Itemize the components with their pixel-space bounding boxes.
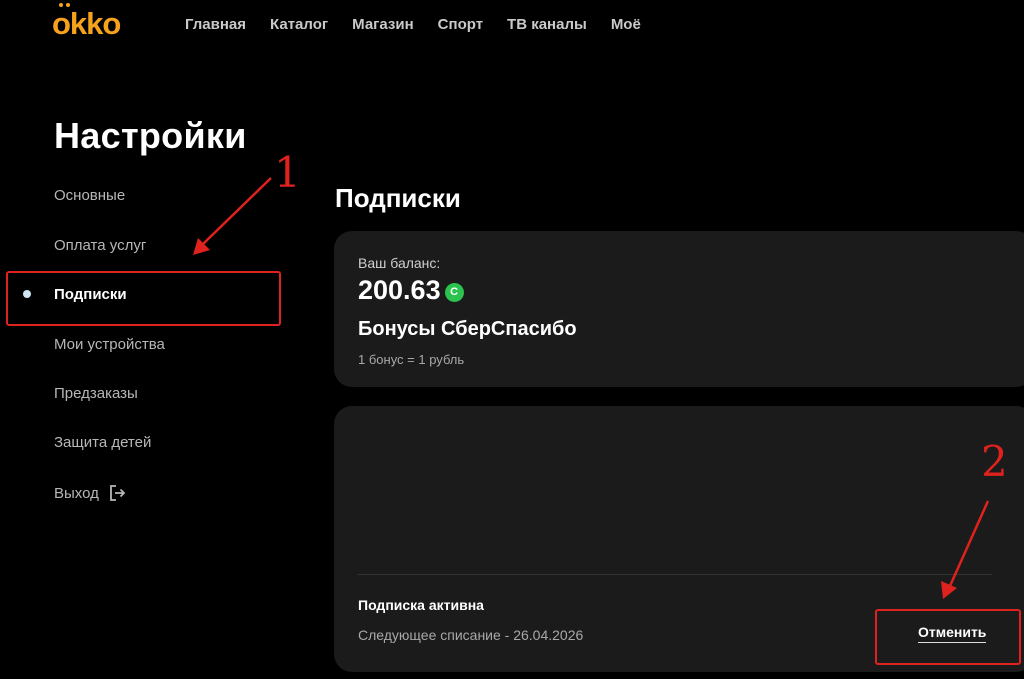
bonus-rate: 1 бонус = 1 рубль (358, 352, 465, 367)
balance-card: Ваш баланс: 200.63 C Бонусы СберСпасибо … (334, 231, 1024, 387)
logo-dots-icon (56, 3, 74, 11)
nav-store[interactable]: Магазин (352, 16, 414, 33)
menu-item-label: Предзаказы (54, 385, 138, 402)
balance-value: 200.63 (358, 275, 441, 305)
balance-label: Ваш баланс: (358, 255, 441, 271)
main-nav: Главная Каталог Магазин Спорт ТВ каналы … (185, 16, 665, 33)
arrow-1-head (193, 238, 210, 255)
menu-item-logout[interactable]: Выход (54, 483, 127, 503)
annotation-number-1: 1 (274, 148, 301, 197)
menu-item-devices[interactable]: Мои устройства (54, 336, 165, 353)
nav-home[interactable]: Главная (185, 16, 246, 33)
bonus-title: Бонусы СберСпасибо (358, 318, 577, 340)
menu-item-label: Основные (54, 187, 126, 204)
section-title: Подписки (335, 183, 461, 213)
annotation-box-subscriptions (6, 271, 281, 326)
arrow-1-line (202, 177, 272, 245)
menu-item-payment[interactable]: Оплата услуг (54, 237, 146, 254)
logout-icon (109, 485, 126, 501)
annotation-number-2: 2 (981, 437, 1008, 486)
nav-sport[interactable]: Спорт (438, 16, 483, 33)
okko-logo[interactable]: okko (52, 3, 121, 42)
menu-item-label: Защита детей (54, 434, 152, 451)
divider (358, 574, 992, 575)
sber-spasibo-icon: C (444, 282, 464, 302)
menu-item-label: Выход (54, 484, 99, 502)
menu-item-general[interactable]: Основные (54, 187, 125, 204)
subscription-status: Подписка активна (358, 597, 484, 613)
menu-item-label: Мои устройства (54, 336, 165, 353)
balance-amount: 200.63 C (358, 275, 464, 306)
nav-catalog[interactable]: Каталог (270, 16, 328, 33)
menu-item-parental-control[interactable]: Защита детей (54, 434, 151, 451)
next-charge-date: Следующее списание - 26.04.2026 (358, 627, 584, 643)
menu-item-label: Оплата услуг (54, 237, 147, 254)
page-title: Настройки (54, 115, 247, 156)
logo-text: okko (52, 6, 121, 41)
annotation-box-cancel (875, 609, 1021, 665)
menu-item-preorders[interactable]: Предзаказы (54, 385, 138, 402)
nav-tv-channels[interactable]: ТВ каналы (507, 16, 587, 33)
nav-mine[interactable]: Моё (611, 16, 641, 33)
